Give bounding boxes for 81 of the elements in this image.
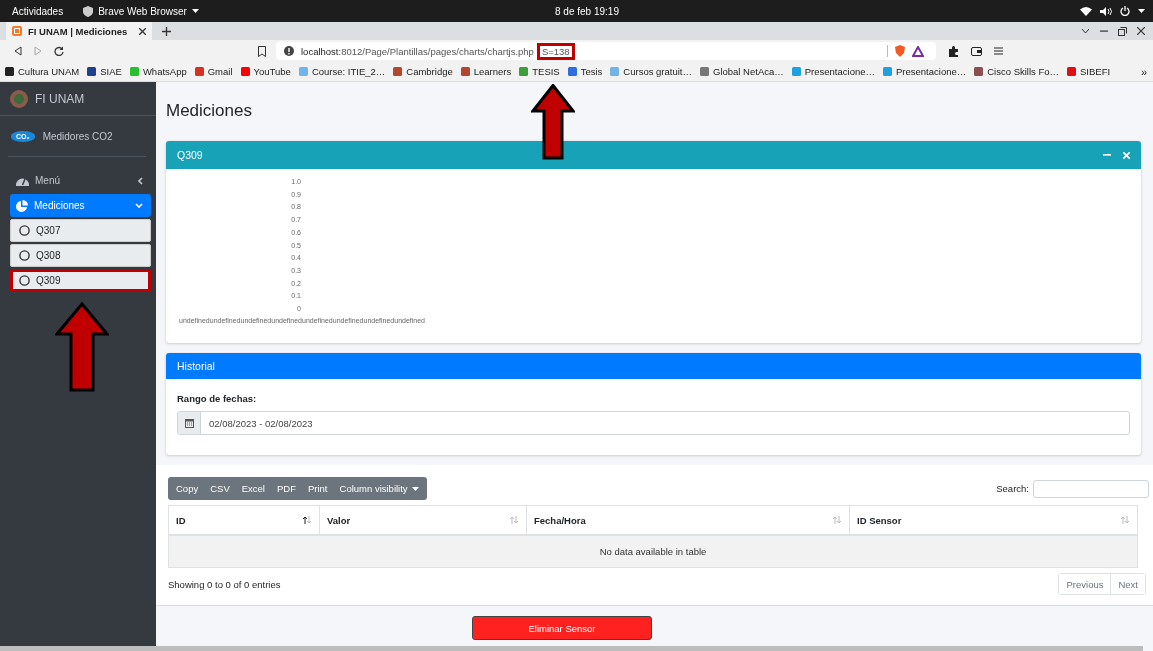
circle-icon [19, 275, 30, 286]
caret-icon [411, 486, 419, 491]
bookmark-link[interactable]: Presentacione… [791, 66, 875, 77]
seal-icon [10, 89, 28, 108]
favicon-icon [12, 26, 22, 36]
card-title: Q309 [177, 149, 203, 161]
sidebar-item[interactable]: Q308 [10, 244, 151, 267]
triangle-icon[interactable] [912, 45, 924, 57]
info-icon [284, 46, 294, 56]
bookmark-link[interactable]: SIBEFI [1067, 66, 1111, 77]
close-icon[interactable] [1137, 27, 1145, 35]
delete-sensor-button[interactable]: Eliminar Sensor [472, 616, 652, 640]
more-bookmarks-button[interactable]: » [1140, 65, 1147, 78]
bookmark-icon[interactable] [258, 45, 266, 57]
sidebar-item[interactable]: Menú [10, 169, 151, 192]
browser-tab[interactable]: FI UNAM | Mediciones [6, 22, 152, 40]
calendar-icon [184, 418, 194, 428]
sidebar-item[interactable]: Q309 [10, 269, 151, 292]
sort-icon [509, 516, 519, 524]
sort-icon [832, 516, 842, 524]
new-tab-icon[interactable] [162, 26, 171, 36]
power-icon[interactable] [1120, 6, 1130, 16]
export-button[interactable]: CSV [204, 477, 236, 500]
bookmark-link[interactable]: Cisco Skills Fo… [974, 66, 1060, 77]
restore-icon[interactable] [1118, 26, 1127, 36]
user-name[interactable]: Medidores CO2 [42, 130, 113, 142]
field-label: Rango de fechas: [177, 393, 258, 404]
wifi-icon[interactable] [1080, 6, 1092, 16]
bookmark-link[interactable]: YouTube [240, 66, 291, 77]
url-query: S=138 [536, 42, 575, 60]
bookmark-link[interactable]: Learners [460, 66, 512, 77]
export-button[interactable]: Excel [235, 477, 271, 500]
export-button[interactable]: Copy [170, 477, 205, 500]
circle-icon [19, 225, 30, 236]
sort-icon [302, 516, 312, 524]
sidebar-item[interactable]: Mediciones [10, 194, 151, 217]
close-icon[interactable] [139, 27, 146, 35]
clock[interactable]: 8 de feb 19:19 [555, 5, 619, 17]
bookmark-link[interactable]: Presentacione… [883, 66, 967, 77]
column-visibility-button[interactable]: Column visibility [333, 477, 425, 500]
shield-icon [83, 5, 94, 17]
pagination-button[interactable]: Next [1110, 574, 1145, 594]
chevron-down-icon [135, 203, 143, 208]
pie-chart-icon [16, 199, 28, 212]
empty-table-message: No data available in table [168, 535, 1138, 568]
chevron-down-icon[interactable] [1081, 28, 1090, 34]
bookmark-link[interactable]: Cultura UNAM [5, 66, 80, 77]
bookmark-link[interactable]: Gmail [194, 66, 233, 77]
search-label: Search: [996, 483, 1029, 494]
bookmark-link[interactable]: SIAE [87, 66, 122, 77]
volume-icon[interactable] [1100, 6, 1112, 16]
caret-icon [191, 9, 199, 13]
activities-button[interactable]: Actividades [12, 5, 64, 17]
chevron-left-icon [138, 176, 143, 185]
date-range-field[interactable]: 02/08/2023 - 02/08/2023 [177, 411, 1130, 435]
app-menu[interactable]: Brave Web Browser [98, 5, 187, 17]
lion-shield-icon[interactable] [895, 45, 905, 57]
brand-name[interactable]: FI UNAM [35, 91, 85, 106]
back-icon[interactable] [14, 46, 22, 56]
wallet-icon[interactable] [971, 46, 982, 56]
puzzle-icon[interactable] [948, 45, 959, 57]
page-title: Mediciones [166, 101, 253, 121]
bookmark-link[interactable]: Course: ITIE_2… [298, 66, 386, 77]
caret-icon[interactable] [1138, 9, 1145, 13]
table-info: Showing 0 to 0 of 0 entries [168, 578, 281, 590]
bookmark-link[interactable]: TESIS [519, 66, 560, 77]
search-field[interactable] [1033, 479, 1149, 498]
circle-icon [19, 250, 30, 261]
sidebar-item[interactable]: Q307 [10, 219, 151, 242]
bookmark-link[interactable]: Tesis [567, 66, 603, 77]
card-title: Historial [177, 360, 215, 372]
bookmark-link[interactable]: Cambridge [393, 66, 453, 77]
horizontal-scrollbar[interactable] [0, 646, 1143, 651]
export-button[interactable]: Print [301, 477, 334, 500]
sort-icon [1120, 516, 1130, 524]
bookmark-link[interactable]: Global NetAca… [700, 66, 784, 77]
bookmark-link[interactable]: Cursos gratuit… [610, 66, 692, 77]
reload-icon[interactable] [54, 46, 64, 56]
export-button[interactable]: PDF [270, 477, 302, 500]
bookmark-link[interactable]: WhatsApp [129, 66, 187, 77]
menu-icon[interactable] [994, 47, 1003, 55]
